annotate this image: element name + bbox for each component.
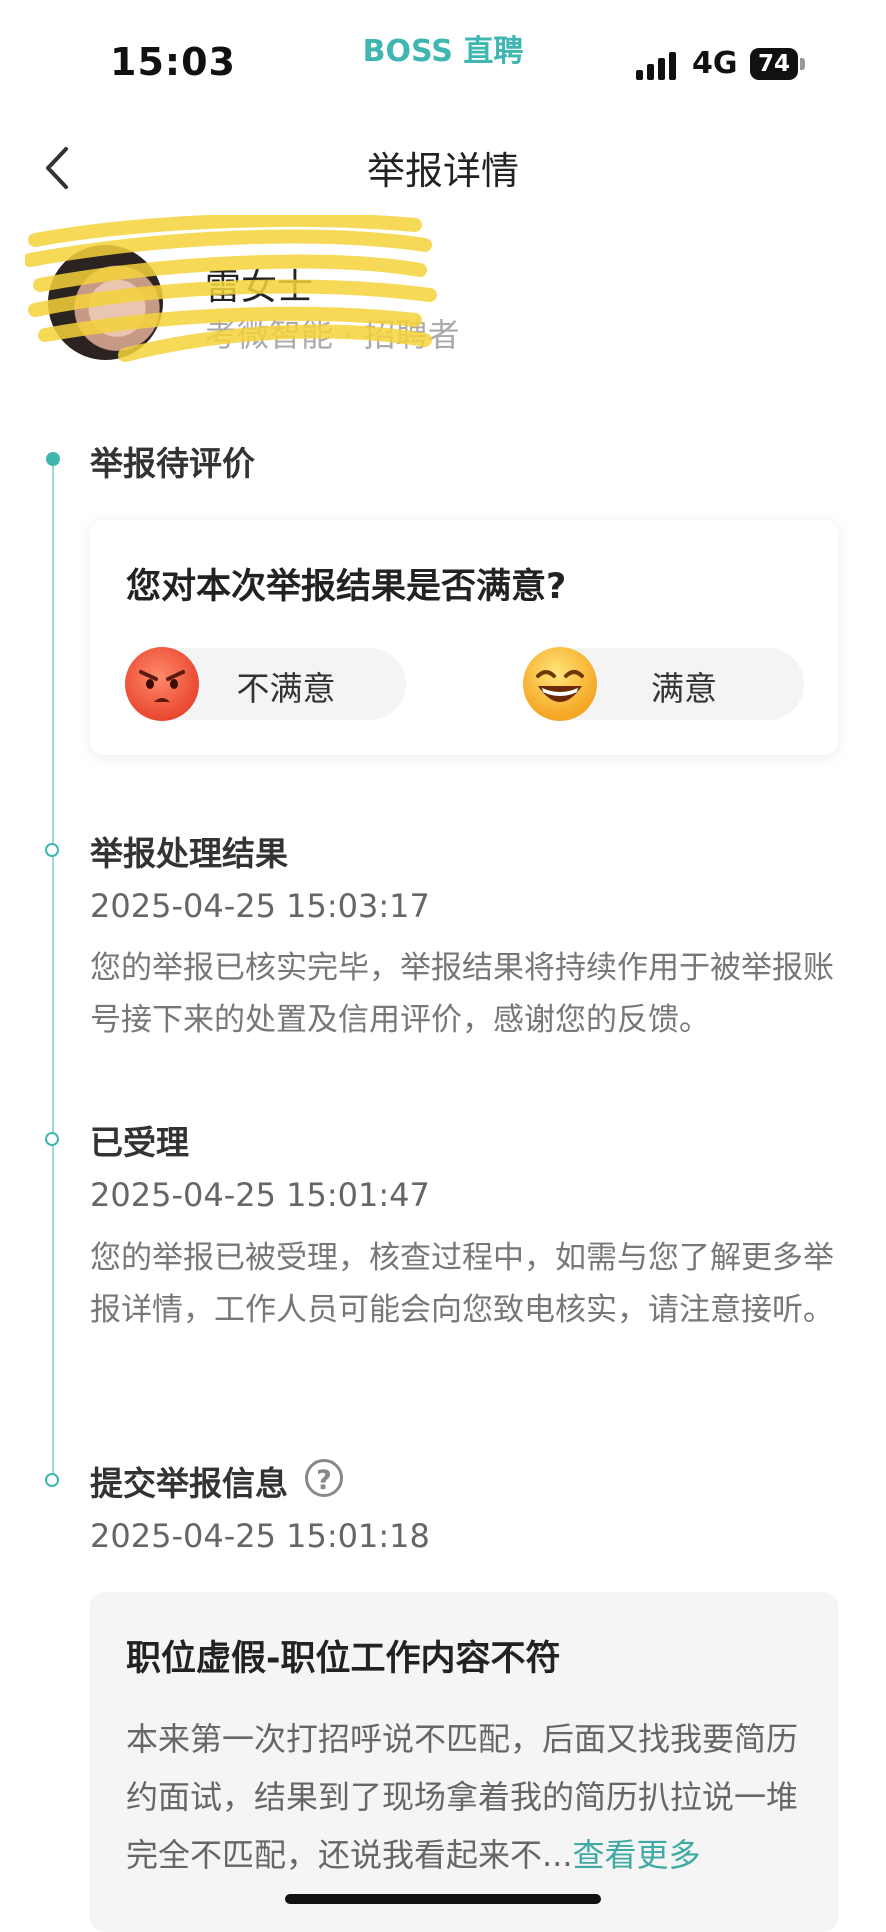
page-title: 举报详情 (366, 149, 519, 193)
status-bar: 15:03 BOSS 直聘 4G 74 (0, 0, 886, 120)
battery-icon: 74 (750, 48, 798, 80)
accepted-time: 2025-04-25 15:01:47 (90, 1176, 430, 1214)
timeline-dot-active (46, 452, 60, 466)
timeline-dot (45, 1132, 59, 1146)
satisfied-button[interactable]: 满意 (523, 647, 804, 721)
report-title: 职位虚假-职位工作内容不符 (126, 1639, 561, 1679)
pending-title: 举报待评价 (90, 444, 255, 483)
see-more-link[interactable]: 查看更多 (573, 1836, 701, 1874)
timeline-dot (45, 843, 59, 857)
signal-icon (636, 50, 680, 80)
timeline-dot (45, 1473, 59, 1487)
rating-question: 您对本次举报结果是否满意? (126, 567, 567, 607)
accepted-title: 已受理 (90, 1123, 189, 1162)
submitted-time: 2025-04-25 15:01:18 (90, 1517, 430, 1555)
result-title: 举报处理结果 (90, 834, 288, 873)
timeline-line (52, 458, 54, 1478)
rating-card: 您对本次举报结果是否满意? 不满意 满意 (90, 520, 838, 755)
home-indicator[interactable] (285, 1894, 601, 1904)
help-icon[interactable]: ? (305, 1459, 343, 1497)
result-desc: 您的举报已核实完毕，举报结果将持续作用于被举报账号接下来的处置及信用评价，感谢您… (90, 950, 834, 1038)
satisfied-label: 满意 (651, 669, 717, 708)
report-desc: 本来第一次打招呼说不匹配，后面又找我要简历约面试，结果到了现场拿着我的简历扒拉说… (126, 1710, 816, 1884)
battery-cap (800, 58, 805, 70)
report-card[interactable]: 职位虚假-职位工作内容不符 本来第一次打招呼说不匹配，后面又找我要简历约面试，结… (90, 1592, 838, 1932)
network-type: 4G (692, 46, 738, 81)
redaction-scribble (25, 215, 437, 362)
result-time: 2025-04-25 15:03:17 (90, 887, 430, 925)
accepted-desc: 您的举报已被受理，核查过程中，如需与您了解更多举报详情，工作人员可能会向您致电核… (90, 1240, 834, 1328)
dissatisfied-label: 不满意 (236, 669, 336, 708)
submitted-title: 提交举报信息 (90, 1464, 288, 1503)
dissatisfied-button[interactable]: 不满意 (125, 647, 406, 721)
